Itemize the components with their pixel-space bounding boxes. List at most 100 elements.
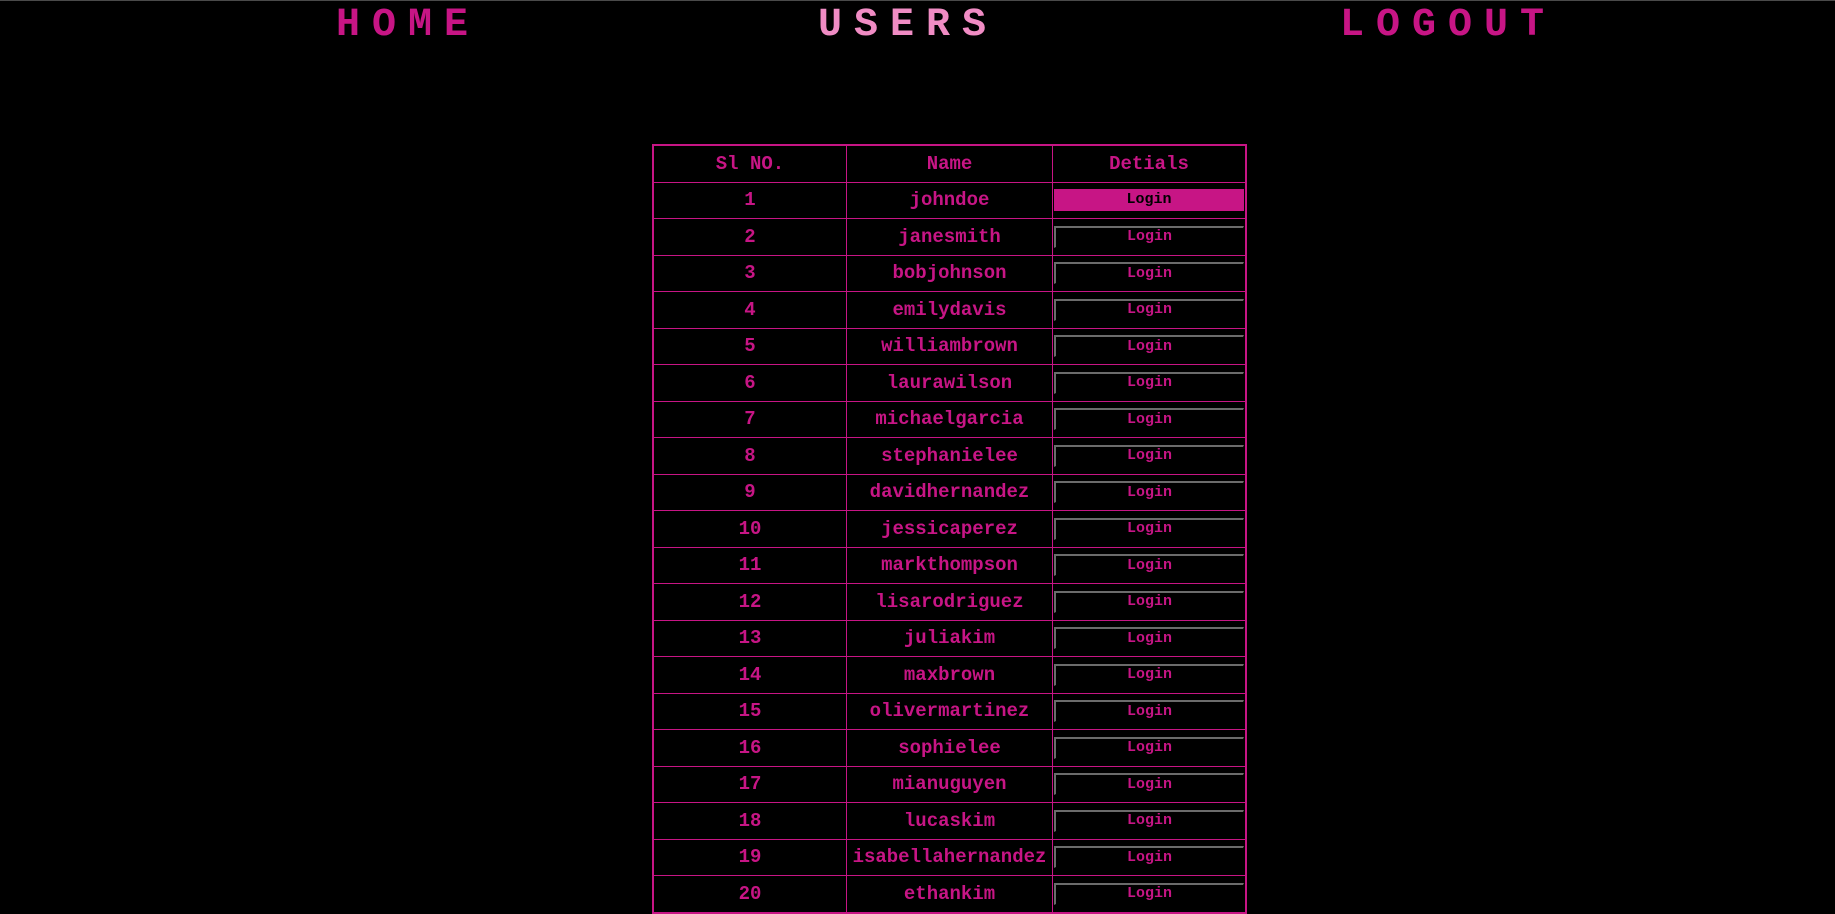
- table-body: 1 johndoe Login 2 janesmith Login 3 bobjohnson L…: [652, 181, 1247, 913]
- login-button[interactable]: Login: [1054, 189, 1244, 212]
- row-details-cell: Login: [1052, 181, 1247, 219]
- row-username: lisarodriguez: [846, 583, 1053, 621]
- row-sl-no: 1: [652, 181, 847, 219]
- login-button[interactable]: Login: [1054, 408, 1244, 431]
- row-details-cell: Login: [1052, 327, 1247, 365]
- row-details-cell: Login: [1052, 765, 1247, 803]
- table-row: 7 michaelgarcia Login: [652, 400, 1247, 438]
- row-details-cell: Login: [1052, 254, 1247, 292]
- row-sl-no: 18: [652, 802, 847, 840]
- nav-home-link[interactable]: HOME: [336, 4, 480, 48]
- row-username: laurawilson: [846, 364, 1053, 402]
- table-row: 9 davidhernandez Login: [652, 473, 1247, 511]
- row-username: jessicaperez: [846, 510, 1053, 548]
- login-button[interactable]: Login: [1054, 773, 1244, 796]
- table-row: 11 markthompson Login: [652, 546, 1247, 584]
- login-button[interactable]: Login: [1054, 517, 1244, 540]
- login-button[interactable]: Login: [1054, 225, 1244, 248]
- row-sl-no: 15: [652, 692, 847, 730]
- row-sl-no: 14: [652, 656, 847, 694]
- login-button[interactable]: Login: [1054, 371, 1244, 394]
- row-username: isabellahernandez: [846, 838, 1053, 876]
- row-details-cell: Login: [1052, 437, 1247, 475]
- login-button[interactable]: Login: [1054, 262, 1244, 285]
- row-sl-no: 12: [652, 583, 847, 621]
- row-sl-no: 3: [652, 254, 847, 292]
- table-row: 14 maxbrown Login: [652, 656, 1247, 694]
- table-row: 3 bobjohnson Login: [652, 254, 1247, 292]
- table-row: 8 stephanielee Login: [652, 437, 1247, 475]
- table-row: 16 sophielee Login: [652, 729, 1247, 767]
- login-button[interactable]: Login: [1054, 627, 1244, 650]
- table-row: 12 lisarodriguez Login: [652, 583, 1247, 621]
- table-row: 5 williambrown Login: [652, 327, 1247, 365]
- row-sl-no: 19: [652, 838, 847, 876]
- row-details-cell: Login: [1052, 583, 1247, 621]
- row-details-cell: Login: [1052, 218, 1247, 256]
- row-details-cell: Login: [1052, 364, 1247, 402]
- login-button[interactable]: Login: [1054, 700, 1244, 723]
- row-sl-no: 4: [652, 291, 847, 329]
- table-header: Sl NO. Name Detials: [652, 144, 1247, 183]
- table-row: 6 laurawilson Login: [652, 364, 1247, 402]
- header-name: Name: [846, 144, 1053, 183]
- row-sl-no: 20: [652, 875, 847, 913]
- login-button[interactable]: Login: [1054, 335, 1244, 358]
- row-username: stephanielee: [846, 437, 1053, 475]
- table-row: 19 isabellahernandez Login: [652, 838, 1247, 876]
- table-row: 15 olivermartinez Login: [652, 692, 1247, 730]
- login-button[interactable]: Login: [1054, 481, 1244, 504]
- row-sl-no: 8: [652, 437, 847, 475]
- row-username: emilydavis: [846, 291, 1053, 329]
- row-sl-no: 9: [652, 473, 847, 511]
- login-button[interactable]: Login: [1054, 590, 1244, 613]
- table-row: 4 emilydavis Login: [652, 291, 1247, 329]
- row-details-cell: Login: [1052, 546, 1247, 584]
- top-nav: HOME USERS LOGOUT: [0, 0, 1835, 54]
- row-sl-no: 2: [652, 218, 847, 256]
- row-sl-no: 6: [652, 364, 847, 402]
- row-sl-no: 7: [652, 400, 847, 438]
- table-row: 18 lucaskim Login: [652, 802, 1247, 840]
- table-row: 10 jessicaperez Login: [652, 510, 1247, 548]
- row-username: bobjohnson: [846, 254, 1053, 292]
- users-table-container: Sl NO. Name Detials 1 johndoe Login 2 janesm…: [652, 144, 1247, 914]
- table-row: 1 johndoe Login: [652, 181, 1247, 219]
- login-button[interactable]: Login: [1054, 809, 1244, 832]
- row-details-cell: Login: [1052, 510, 1247, 548]
- row-details-cell: Login: [1052, 291, 1247, 329]
- header-row: Sl NO. Name Detials: [652, 144, 1247, 183]
- users-table: Sl NO. Name Detials 1 johndoe Login 2 janesm…: [652, 144, 1247, 914]
- row-details-cell: Login: [1052, 656, 1247, 694]
- login-button[interactable]: Login: [1054, 554, 1244, 577]
- row-username: ethankim: [846, 875, 1053, 913]
- table-row: 20 ethankim Login: [652, 875, 1247, 913]
- row-details-cell: Login: [1052, 619, 1247, 657]
- row-username: lucaskim: [846, 802, 1053, 840]
- login-button[interactable]: Login: [1054, 298, 1244, 321]
- row-details-cell: Login: [1052, 473, 1247, 511]
- row-sl-no: 13: [652, 619, 847, 657]
- login-button[interactable]: Login: [1054, 846, 1244, 869]
- row-details-cell: Login: [1052, 400, 1247, 438]
- row-username: davidhernandez: [846, 473, 1053, 511]
- table-row: 13 juliakim Login: [652, 619, 1247, 657]
- table-row: 2 janesmith Login: [652, 218, 1247, 256]
- row-username: maxbrown: [846, 656, 1053, 694]
- row-sl-no: 5: [652, 327, 847, 365]
- login-button[interactable]: Login: [1054, 663, 1244, 686]
- row-username: markthompson: [846, 546, 1053, 584]
- row-sl-no: 11: [652, 546, 847, 584]
- login-button[interactable]: Login: [1054, 882, 1244, 905]
- login-button[interactable]: Login: [1054, 444, 1244, 467]
- row-details-cell: Login: [1052, 802, 1247, 840]
- login-button[interactable]: Login: [1054, 736, 1244, 759]
- row-details-cell: Login: [1052, 838, 1247, 876]
- row-username: williambrown: [846, 327, 1053, 365]
- row-username: juliakim: [846, 619, 1053, 657]
- row-username: michaelgarcia: [846, 400, 1053, 438]
- row-username: mianuguyen: [846, 765, 1053, 803]
- nav-users-link[interactable]: USERS: [818, 4, 998, 48]
- nav-logout-link[interactable]: LOGOUT: [1340, 4, 1556, 48]
- row-sl-no: 10: [652, 510, 847, 548]
